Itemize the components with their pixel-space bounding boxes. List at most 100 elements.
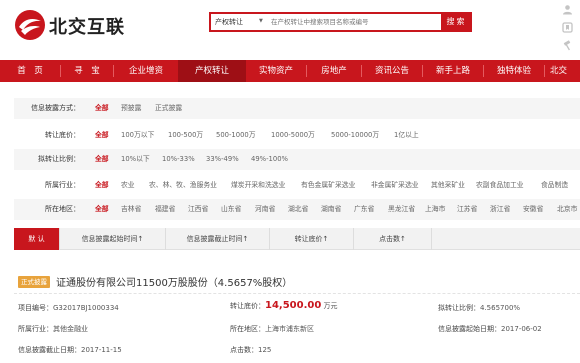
filter-row-disclosure: 信息披露方式： 全部 预披露 正式披露 <box>14 98 580 119</box>
filter-label: 所在地区： <box>45 205 80 213</box>
nav-item-news[interactable]: 资讯公告 <box>362 60 422 82</box>
filter-option[interactable]: 全部 <box>95 149 109 170</box>
filter-option[interactable]: 非金属矿采选业 <box>371 175 419 196</box>
filter-option[interactable]: 农、林、牧、渔服务业 <box>149 175 217 196</box>
filter-option[interactable]: 10%以下 <box>121 149 150 170</box>
filter-option[interactable]: 广东省 <box>354 199 374 220</box>
listing-title[interactable]: 证通股份有限公司11500万股股份（4.5657%股权） <box>56 274 292 289</box>
nav-item-beginner[interactable]: 新手上路 <box>423 60 483 82</box>
filter-option[interactable]: 福建省 <box>155 199 175 220</box>
filter-option[interactable]: 1000-5000万 <box>271 125 315 146</box>
search-box: 产权转让 ▼ <box>209 12 443 32</box>
filter-option[interactable]: 全部 <box>95 125 109 146</box>
filter-option[interactable]: 江苏省 <box>457 199 477 220</box>
field-key: 所在地区： <box>230 325 265 333</box>
field-key: 点击数： <box>230 346 258 354</box>
nav-item-more[interactable]: 北交 <box>550 60 580 82</box>
field-key: 项目编号： <box>18 304 53 312</box>
search-category-select[interactable]: 产权转让 <box>215 17 243 27</box>
field-value: 2017-11-15 <box>81 346 122 354</box>
filter-option[interactable]: 农副食品加工业 <box>476 175 524 196</box>
field-key: 信息披露起始日期： <box>438 325 501 333</box>
filter-option[interactable]: 正式披露 <box>155 98 182 119</box>
field-base-price: 转让底价：14,500.00 万元 <box>230 300 338 311</box>
field-disclosure-end: 信息披露截止日期：2017-11-15 <box>18 345 122 355</box>
field-transfer-ratio: 拟转让比例：4.565700% <box>438 303 520 313</box>
field-disclosure-start: 信息披露起始日期：2017-06-02 <box>438 324 542 334</box>
sort-clicks[interactable]: 点击数↑ <box>354 228 432 250</box>
filter-option[interactable]: 农业 <box>121 175 135 196</box>
nav-item-home[interactable]: 首 页 <box>0 60 60 82</box>
status-badge: 正式披露 <box>18 276 50 288</box>
listing-item: 正式披露 证通股份有限公司11500万股股份（4.5657%股权） 项目编号：G… <box>14 266 580 363</box>
sort-default[interactable]: 默 认 <box>14 228 60 250</box>
filter-option[interactable]: 山东省 <box>221 199 241 220</box>
filter-option[interactable]: 河南省 <box>255 199 275 220</box>
filter-option[interactable]: 湖北省 <box>288 199 308 220</box>
filter-label: 拟转让比例： <box>38 155 80 163</box>
hammer-icon[interactable] <box>561 40 574 53</box>
nav-separator <box>544 65 545 77</box>
nav-item-treasure[interactable]: 寻 宝 <box>61 60 113 82</box>
filter-option[interactable]: 全部 <box>95 98 109 119</box>
field-value: 125 <box>258 346 272 354</box>
filter-option[interactable]: 10%-33% <box>162 149 195 170</box>
field-key: 拟转让比例： <box>438 304 480 312</box>
header: 北交互联 产权转让 ▼ 搜索 <box>0 0 580 60</box>
filter-option[interactable]: 江西省 <box>188 199 208 220</box>
sort-disclosure-end[interactable]: 信息披露截止时间↑ <box>166 228 270 250</box>
field-key: 所属行业： <box>18 325 53 333</box>
nav-item-capital-increase[interactable]: 企业增资 <box>114 60 178 82</box>
field-value: 上海市浦东新区 <box>265 325 314 333</box>
chevron-down-icon[interactable]: ▼ <box>259 18 263 24</box>
filter-row-ratio: 拟转让比例： 全部 10%以下 10%-33% 33%-49% 49%-100% <box>14 149 580 170</box>
filter-option[interactable]: 500-1000万 <box>216 125 256 146</box>
search-input[interactable] <box>271 15 435 29</box>
filter-label: 信息披露方式： <box>31 104 80 112</box>
field-key: 转让底价： <box>230 302 265 310</box>
nav-item-equity-transfer[interactable]: 产权转让 <box>178 60 246 82</box>
filter-option[interactable]: 其他采矿业 <box>431 175 465 196</box>
filter-row-industry: 所属行业： 全部 农业 农、林、牧、渔服务业 煤炭开采和洗选业 有色金属矿采选业… <box>14 175 580 196</box>
field-key: 信息披露截止日期： <box>18 346 81 354</box>
search-button[interactable]: 搜索 <box>441 12 472 32</box>
filter-option[interactable]: 全部 <box>95 175 109 196</box>
filter-option[interactable]: 33%-49% <box>206 149 239 170</box>
filter-option[interactable]: 黑龙江省 <box>388 199 415 220</box>
filter-option[interactable]: 100-500万 <box>168 125 203 146</box>
user-icon[interactable] <box>561 4 574 17</box>
field-value: 2017-06-02 <box>501 325 542 333</box>
filter-option[interactable]: 有色金属矿采选业 <box>301 175 355 196</box>
filter-option[interactable]: 湖南省 <box>321 199 341 220</box>
bookmark-icon[interactable] <box>561 22 574 35</box>
filter-row-region: 所在地区： 全部 吉林省 福建省 江西省 山东省 河南省 湖北省 湖南省 广东省… <box>14 199 580 220</box>
nav-item-experience[interactable]: 独特体验 <box>484 60 544 82</box>
nav-item-physical-assets[interactable]: 实物资产 <box>246 60 306 82</box>
filter-option[interactable]: 预披露 <box>121 98 141 119</box>
filter-option[interactable]: 浙江省 <box>490 199 510 220</box>
filter-option[interactable]: 煤炭开采和洗选业 <box>231 175 285 196</box>
sort-bar: 默 认 信息披露起始时间↑ 信息披露截止时间↑ 转让底价↑ 点击数↑ <box>14 228 580 250</box>
filter-option[interactable]: 食品制造 <box>541 175 568 196</box>
sort-disclosure-start[interactable]: 信息披露起始时间↑ <box>60 228 166 250</box>
filter-option[interactable]: 吉林省 <box>121 199 141 220</box>
filter-row-price: 转让底价： 全部 100万以下 100-500万 500-1000万 1000-… <box>14 125 580 146</box>
filter-option[interactable]: 上海市 <box>425 199 445 220</box>
main-nav: 首 页 寻 宝 企业增资 产权转让 实物资产 房地产 资讯公告 新手上路 独特体… <box>0 60 580 82</box>
filter-option[interactable]: 北京市 <box>557 199 577 220</box>
filter-label: 所属行业： <box>45 181 80 189</box>
sort-price[interactable]: 转让底价↑ <box>270 228 354 250</box>
nav-item-real-estate[interactable]: 房地产 <box>307 60 361 82</box>
logo-icon[interactable] <box>14 9 46 41</box>
price-value: 14,500.00 <box>265 300 322 311</box>
filter-option[interactable]: 1亿以上 <box>394 125 419 146</box>
filter-option[interactable]: 全部 <box>95 199 109 220</box>
field-value: 其他金融业 <box>53 325 88 333</box>
filter-option[interactable]: 49%-100% <box>251 149 288 170</box>
field-project-number: 项目编号：G32017BJ1000334 <box>18 303 119 313</box>
filter-option[interactable]: 5000-10000万 <box>331 125 379 146</box>
filter-option[interactable]: 安徽省 <box>523 199 543 220</box>
divider <box>14 293 580 294</box>
logo-text[interactable]: 北交互联 <box>49 13 125 39</box>
filter-option[interactable]: 100万以下 <box>121 125 154 146</box>
